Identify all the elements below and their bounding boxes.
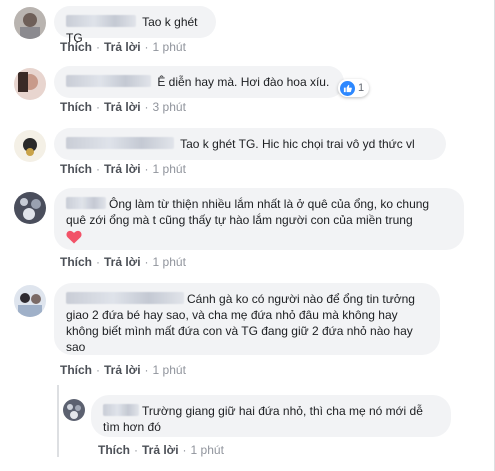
reply-link[interactable]: Trả lời	[104, 40, 141, 54]
commenter-name[interactable]	[103, 404, 139, 416]
comment-text-line-2: giao 2 đứa bé hay sao, và cha mẹ đứa nhỏ…	[66, 308, 398, 322]
comment-text-line-2: tìm hơn đó	[103, 420, 161, 434]
comment-text-line-3: không biết mình mất đứa con và TG đang g…	[66, 324, 413, 338]
reply-link[interactable]: Trả lời	[104, 255, 141, 269]
comment-actions: Thích · Trả lời · 1 phút	[60, 162, 186, 176]
avatar[interactable]	[14, 285, 46, 317]
comment-actions: Thích · Trả lời · 1 phút	[60, 255, 186, 269]
comment-time[interactable]: 1 phút	[191, 443, 224, 457]
comment-text-line-2: quê zới ổng mà t cũng thấy tự hào lắm ng…	[66, 213, 413, 227]
avatar[interactable]	[14, 7, 46, 39]
like-reaction-icon	[340, 80, 355, 96]
reply-link[interactable]: Trả lời	[104, 162, 141, 176]
comment-text: Ê diễn hay mà. Hơi đào hoa xíu.	[157, 75, 330, 89]
reply-link[interactable]: Trả lời	[104, 363, 141, 377]
like-link[interactable]: Thích	[60, 255, 92, 269]
like-link[interactable]: Thích	[60, 100, 92, 114]
comment-bubble: Ê diễn hay mà. Hơi đào hoa xíu.	[54, 66, 344, 98]
like-link[interactable]: Thích	[60, 40, 92, 54]
comment-text: Tao k ghét TG. Hic hic chọi trai vô yd t…	[180, 137, 415, 151]
comment-bubble: Trường giang giữ hai đứa nhỏ, thì cha mẹ…	[91, 395, 451, 437]
comment-time[interactable]: 1 phút	[153, 162, 186, 176]
commenter-name[interactable]	[66, 137, 174, 149]
comment-time[interactable]: 1 phút	[153, 40, 186, 54]
reaction-count[interactable]: 1	[338, 79, 370, 97]
comment-bubble: Tao k ghét TG	[54, 6, 216, 45]
commenter-name[interactable]	[66, 197, 106, 209]
comment-text-line-1: Trường giang giữ hai đứa nhỏ, thì cha mẹ…	[142, 404, 423, 418]
reply-thread-line	[57, 385, 59, 457]
like-link[interactable]: Thích	[98, 443, 130, 457]
comment-actions: Thích · Trả lời · 1 phút	[98, 443, 224, 457]
reply-link[interactable]: Trả lời	[104, 100, 141, 114]
comment-bubble: Ông làm từ thiện nhiều lắm nhất là ở quê…	[54, 188, 464, 250]
comment-time[interactable]: 3 phút	[153, 100, 186, 114]
avatar[interactable]	[14, 192, 46, 224]
commenter-name[interactable]	[66, 15, 136, 27]
comment-time[interactable]: 1 phút	[153, 255, 186, 269]
avatar[interactable]	[14, 68, 46, 100]
comment-text-line-1: Ông làm từ thiện nhiều lắm nhất là ở quê…	[109, 197, 430, 211]
comment-actions: Thích · Trả lời · 1 phút	[60, 363, 186, 377]
avatar[interactable]	[63, 399, 85, 421]
heart-emoji-icon	[66, 230, 452, 248]
avatar[interactable]	[14, 130, 46, 162]
comment-text-line-1: Cánh gà ko có người nào để ổng tin tưởng	[187, 292, 415, 306]
comment-bubble: Cánh gà ko có người nào để ổng tin tưởng…	[54, 283, 440, 355]
like-link[interactable]: Thích	[60, 162, 92, 176]
comment-actions: Thích · Trả lời · 1 phút	[60, 40, 186, 54]
commenter-name[interactable]	[66, 75, 151, 87]
comment-bubble: Tao k ghét TG. Hic hic chọi trai vô yd t…	[54, 128, 446, 160]
reply-link[interactable]: Trả lời	[142, 443, 179, 457]
comment-text-line-4: sao	[66, 340, 86, 354]
comment-time[interactable]: 1 phút	[153, 363, 186, 377]
comment-actions: Thích · Trả lời · 3 phút	[60, 100, 186, 114]
like-link[interactable]: Thích	[60, 363, 92, 377]
commenter-name[interactable]	[66, 292, 184, 304]
